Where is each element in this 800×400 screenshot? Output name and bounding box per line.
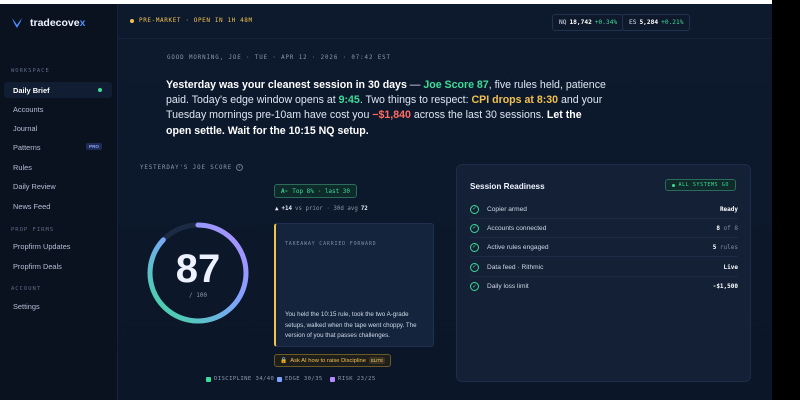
ticker-nq[interactable]: NQ 18,742 +0.34%: [552, 14, 625, 31]
session-readiness-card: Session Readiness ALL SYSTEMS GO ✓ Copie…: [456, 164, 751, 382]
check-icon: ✓: [470, 262, 479, 272]
takeaway-body: You held the 10:15 rule, took the two A-…: [285, 311, 417, 340]
readiness-row: ✓ Accounts connected 8 of 8: [470, 219, 738, 238]
sidebar-item-daily-brief[interactable]: Daily Brief: [4, 82, 112, 98]
readiness-row: ✓ Copier armed Ready: [470, 200, 738, 219]
grade-icon: A-: [281, 187, 289, 195]
score-label: YESTERDAY'S JOE SCORE i: [140, 164, 244, 171]
readiness-row: ✓ Data feed · Rithmic Live: [470, 258, 738, 277]
legend-swatch: [206, 376, 211, 382]
check-icon: ✓: [470, 223, 479, 233]
check-icon: ✓: [470, 242, 479, 252]
sidebar-item-daily-review[interactable]: Daily Review: [4, 178, 112, 194]
up-arrow-icon: ▲: [275, 206, 279, 212]
section-label-prop-firms: PROP FIRMS: [11, 227, 55, 233]
section-label-workspace: WORKSPACE: [11, 68, 50, 74]
readiness-row: ✓ Daily loss limit -$1,500: [470, 277, 738, 296]
elite-badge: ELITE: [368, 357, 386, 364]
ask-ai-button[interactable]: 🔒 Ask AI how to raise Discipline ELITE: [274, 354, 392, 367]
brand-name: tradecovex: [30, 17, 86, 29]
lock-icon: 🔒: [280, 357, 288, 364]
legend-discipline: DISCIPLINE 34/40: [206, 376, 274, 382]
all-systems-badge: ALL SYSTEMS GO: [665, 179, 736, 191]
status-dot-icon: [672, 183, 676, 187]
readiness-row: ✓ Active rules engaged 5 rules: [470, 238, 738, 257]
score-delta: ▲ +14 vs prior · 30d avg 72: [275, 206, 368, 212]
sidebar-item-rules[interactable]: Rules: [4, 159, 112, 175]
window-top-edge: [0, 0, 800, 4]
sidebar-item-propfirm-deals[interactable]: Propfirm Deals: [4, 258, 112, 274]
window-right-edge: [772, 0, 800, 400]
takeaway-card: TAKEAWAY CARRIED FORWARD You held the 10…: [274, 223, 434, 347]
status-dot-icon: [130, 18, 134, 23]
section-label-account: ACCOUNT: [11, 286, 42, 292]
legend-swatch: [277, 376, 282, 382]
sidebar-item-accounts[interactable]: Accounts: [4, 101, 112, 117]
readiness-title: Session Readiness: [470, 182, 545, 191]
sidebar-item-patterns[interactable]: Patterns PRO: [4, 139, 112, 155]
info-icon[interactable]: i: [236, 164, 244, 171]
brand-logo[interactable]: tradecovex: [10, 16, 85, 30]
top-bar: PRE-MARKET · OPEN IN 1H 48M NQ 18,742 +0…: [118, 4, 772, 39]
app-window: tradecovex WORKSPACE Daily Brief Account…: [0, 0, 800, 400]
bull-logo-icon: [12, 18, 22, 28]
score-max: / 100: [188, 292, 208, 299]
sidebar: tradecovex WORKSPACE Daily Brief Account…: [0, 4, 118, 400]
ticker-es[interactable]: ES 5,284 +0.21%: [622, 14, 691, 31]
legend-swatch: [330, 376, 335, 382]
sidebar-item-settings[interactable]: Settings: [4, 298, 112, 314]
sidebar-item-journal[interactable]: Journal: [4, 120, 112, 136]
check-icon: ✓: [470, 282, 479, 291]
check-icon: ✓: [470, 204, 479, 214]
sidebar-item-propfirm-updates[interactable]: Propfirm Updates: [4, 238, 112, 254]
rank-pill: A- Top 8% · last 30: [274, 184, 358, 198]
takeaway-label: TAKEAWAY CARRIED FORWARD: [285, 241, 377, 247]
legend-edge: EDGE 30/35: [277, 376, 323, 382]
pro-badge: PRO: [86, 143, 102, 150]
daily-brief-headline: Yesterday was your cleanest session in 3…: [166, 79, 606, 137]
score-value: 87: [175, 247, 221, 291]
sidebar-item-news-feed[interactable]: News Feed: [4, 198, 112, 214]
legend-risk: RISK 23/25: [330, 376, 376, 382]
greeting: GOOD MORNING, JOE · TUE · APR 12 · 2026 …: [167, 55, 391, 61]
active-dot-icon: [98, 88, 102, 92]
main-content: PRE-MARKET · OPEN IN 1H 48M NQ 18,742 +0…: [118, 4, 772, 400]
premarket-status: PRE-MARKET · OPEN IN 1H 48M: [130, 17, 253, 24]
